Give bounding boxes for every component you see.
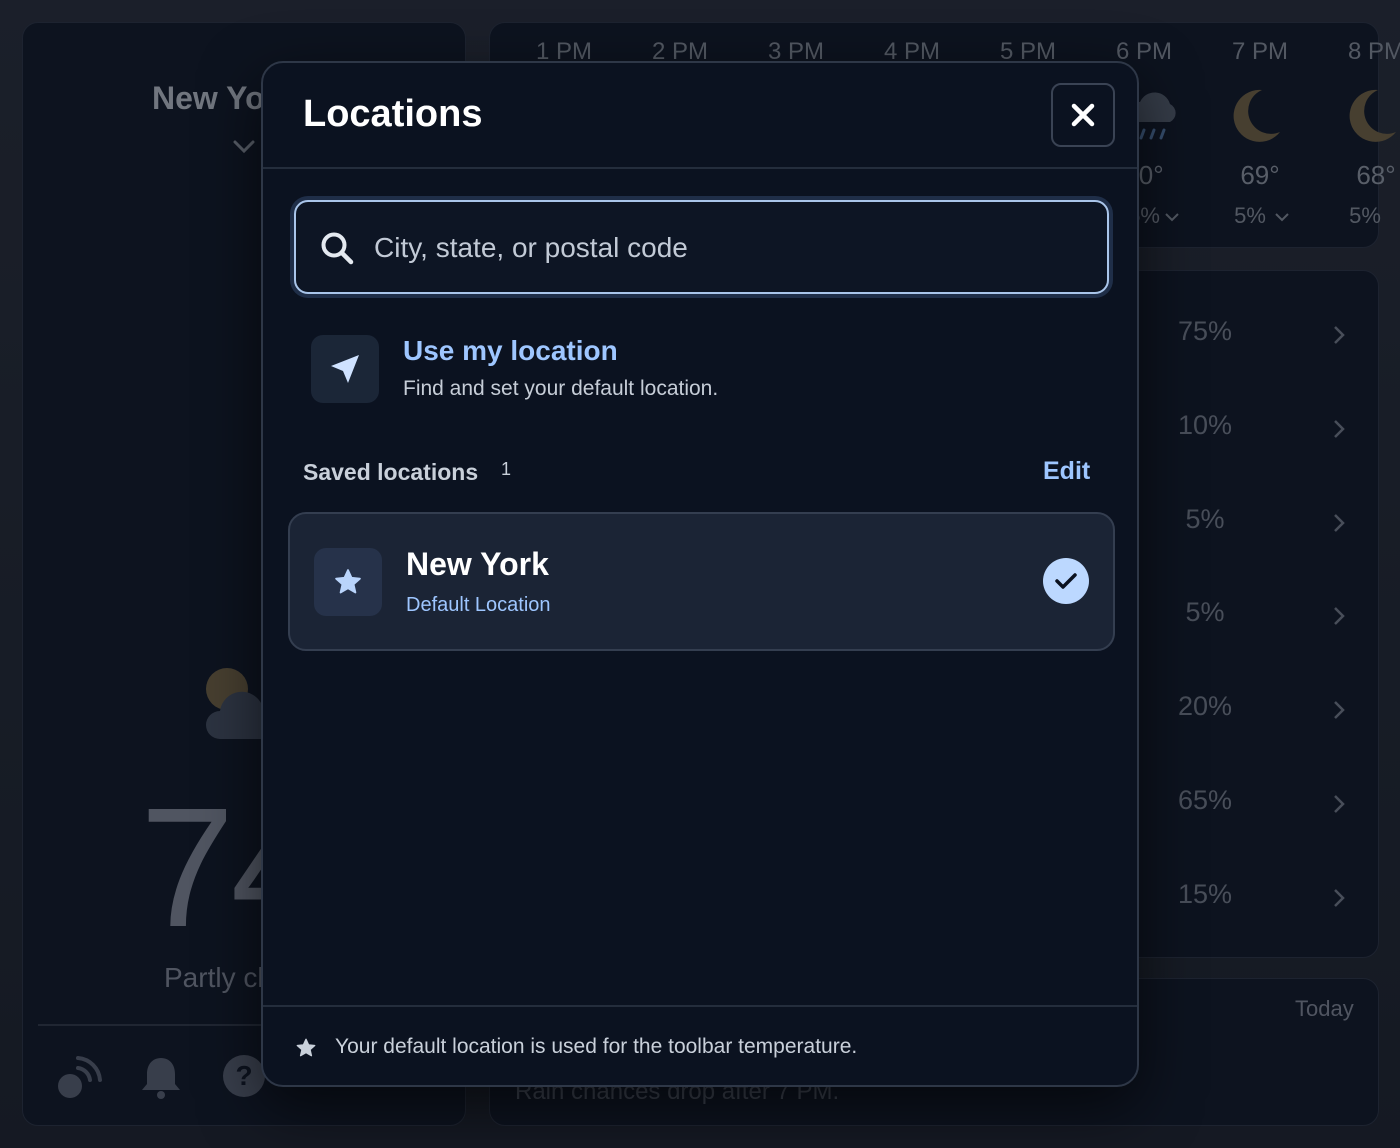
star-icon: [296, 1038, 316, 1057]
location-arrow-icon-box: [311, 335, 379, 403]
close-icon: [1071, 103, 1095, 127]
check-icon: [1055, 573, 1077, 589]
saved-locations-count: 1: [501, 459, 512, 479]
selected-check-icon: [1043, 558, 1089, 604]
saved-locations-heading: Saved locations: [303, 459, 479, 485]
saved-location-name: New York: [406, 546, 549, 582]
search-box[interactable]: [294, 200, 1109, 294]
saved-location-subtitle: Default Location: [406, 594, 551, 616]
locations-dialog: Locations Use my location Find and set y…: [261, 61, 1139, 1087]
use-my-location-title: Use my location: [403, 335, 618, 366]
search-icon: [321, 232, 354, 265]
location-arrow-icon: [331, 355, 359, 383]
dialog-header: Locations: [263, 63, 1137, 169]
dialog-title: Locations: [303, 93, 483, 135]
star-icon: [335, 569, 361, 594]
edit-button[interactable]: Edit: [1043, 457, 1090, 486]
close-button[interactable]: [1051, 83, 1115, 147]
location-search-input[interactable]: [372, 220, 1072, 276]
use-my-location-button[interactable]: Use my location Find and set your defaul…: [311, 333, 871, 409]
dialog-footer: Your default location is used for the to…: [263, 1005, 1137, 1085]
favorite-icon-box: [314, 548, 382, 616]
saved-location-item[interactable]: New York Default Location: [288, 512, 1115, 651]
footer-note: Your default location is used for the to…: [335, 1035, 858, 1058]
use-my-location-subtitle: Find and set your default location.: [403, 377, 719, 400]
